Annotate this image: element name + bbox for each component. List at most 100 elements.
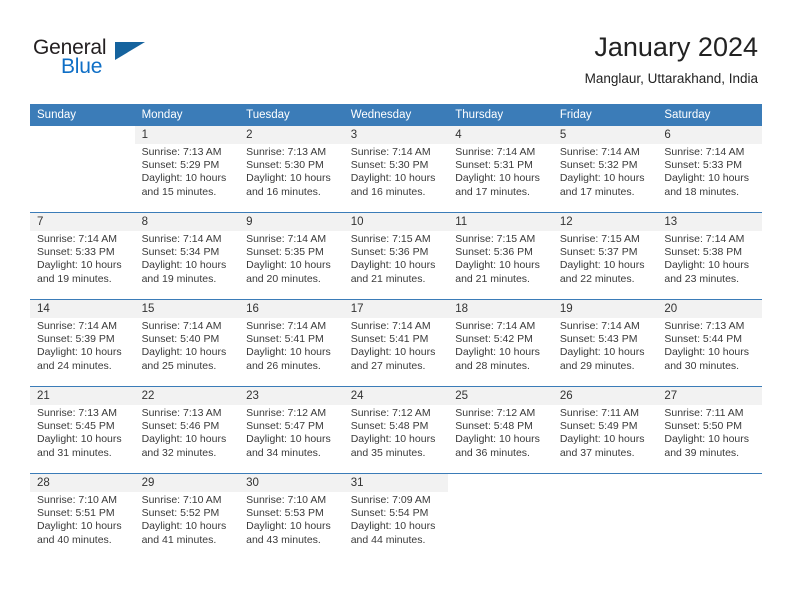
day-daylight2-text: and 15 minutes. — [141, 185, 217, 198]
day-sunrise-text: Sunrise: 7:13 AM — [141, 407, 222, 419]
day-number-cell[interactable]: 9 — [239, 212, 344, 231]
day-number-cell[interactable]: 28 — [30, 473, 135, 492]
day-sunrise-text: Sunrise: 7:10 AM — [141, 494, 222, 506]
day-number: 16 — [246, 303, 259, 315]
day-info-cell[interactable]: Sunrise: 7:14 AM Sunset: 5:32 PM Daylight:… — [552, 144, 658, 213]
day-number-cell[interactable]: 1 — [134, 126, 240, 144]
day-daylight1-text: Daylight: 10 hours — [246, 346, 331, 359]
day-sunrise-text: Sunrise: 7:14 AM — [455, 320, 536, 332]
day-number-cell[interactable]: 21 — [30, 386, 135, 405]
day-number-cell[interactable]: 14 — [30, 299, 135, 318]
day-number-cell[interactable]: 10 — [343, 212, 449, 231]
day-info-cell[interactable]: Sunrise: 7:11 AM Sunset: 5:49 PM Daylight:… — [552, 405, 658, 474]
day-number: 10 — [350, 216, 364, 228]
day-number-cell[interactable]: 27 — [657, 386, 762, 405]
day-number-cell[interactable]: 13 — [657, 212, 762, 231]
day-info-cell[interactable]: Sunrise: 7:15 AM Sunset: 5:36 PM Daylight:… — [343, 231, 449, 300]
day-number-cell[interactable]: 22 — [134, 386, 240, 405]
weekday-header-monday: Monday — [134, 104, 240, 126]
weekday-header-wednesday: Wednesday — [343, 104, 449, 126]
day-number-cell[interactable]: 23 — [239, 386, 344, 405]
day-number-cell[interactable]: 16 — [239, 299, 344, 318]
day-number-cell[interactable]: 12 — [552, 212, 658, 231]
day-number-cell[interactable]: 18 — [448, 299, 553, 318]
day-number: 8 — [141, 216, 148, 228]
day-sunrise-text: Sunrise: 7:14 AM — [455, 146, 536, 158]
day-info-cell[interactable]: Sunrise: 7:14 AM Sunset: 5:39 PM Daylight:… — [30, 318, 135, 387]
day-info-cell[interactable]: Sunrise: 7:11 AM Sunset: 5:50 PM Daylight:… — [657, 405, 762, 474]
day-info-cell[interactable]: Sunrise: 7:14 AM Sunset: 5:41 PM Daylight:… — [239, 318, 344, 387]
day-sunset-text: Sunset: 5:41 PM — [246, 333, 324, 346]
day-info-cell[interactable]: Sunrise: 7:13 AM Sunset: 5:30 PM Daylight:… — [239, 144, 344, 213]
week-date-row: 1 2 3 4 5 6 — [30, 126, 762, 144]
day-number-cell[interactable]: 7 — [30, 212, 135, 231]
day-number: 30 — [246, 477, 259, 489]
day-info-cell[interactable]: Sunrise: 7:10 AM Sunset: 5:53 PM Daylight:… — [239, 492, 344, 560]
day-number-cell[interactable]: 5 — [552, 126, 658, 144]
day-info-cell[interactable]: Sunrise: 7:14 AM Sunset: 5:30 PM Daylight:… — [343, 144, 449, 213]
day-number: 20 — [664, 303, 678, 315]
day-number-cell[interactable]: 4 — [448, 126, 553, 144]
day-info-cell[interactable]: Sunrise: 7:14 AM Sunset: 5:40 PM Daylight:… — [134, 318, 240, 387]
day-number-cell[interactable]: 26 — [552, 386, 658, 405]
day-number-cell[interactable]: 20 — [657, 299, 762, 318]
day-number-cell[interactable]: 15 — [134, 299, 240, 318]
day-info-cell[interactable]: Sunrise: 7:13 AM Sunset: 5:45 PM Daylight:… — [30, 405, 135, 474]
day-daylight2-text: and 30 minutes. — [664, 359, 740, 372]
day-sunrise-text: Sunrise: 7:13 AM — [141, 146, 222, 158]
day-info-empty — [30, 144, 135, 213]
day-sunset-text: Sunset: 5:54 PM — [350, 507, 429, 520]
day-number: 9 — [246, 216, 253, 228]
day-sunrise-text: Sunrise: 7:14 AM — [350, 320, 431, 332]
day-number-cell[interactable]: 8 — [134, 212, 240, 231]
day-info-cell[interactable]: Sunrise: 7:10 AM Sunset: 5:51 PM Daylight:… — [30, 492, 135, 560]
day-daylight1-text: Daylight: 10 hours — [350, 433, 436, 446]
day-daylight2-text: and 41 minutes. — [141, 533, 217, 546]
day-sunset-text: Sunset: 5:34 PM — [141, 246, 220, 259]
day-sunrise-text: Sunrise: 7:13 AM — [246, 146, 327, 158]
day-number-cell[interactable]: 25 — [448, 386, 553, 405]
day-daylight1-text: Daylight: 10 hours — [37, 346, 122, 359]
day-number-cell[interactable]: 2 — [239, 126, 344, 144]
day-daylight2-text: and 21 minutes. — [455, 272, 530, 285]
week-info-row: Sunrise: 7:10 AM Sunset: 5:51 PM Daylight:… — [30, 492, 762, 560]
day-number: 23 — [246, 390, 259, 402]
day-info-cell[interactable]: Sunrise: 7:12 AM Sunset: 5:47 PM Daylight:… — [239, 405, 344, 474]
day-number: 25 — [455, 390, 469, 402]
day-info-cell[interactable]: Sunrise: 7:09 AM Sunset: 5:54 PM Daylight:… — [343, 492, 449, 560]
day-info-cell[interactable]: Sunrise: 7:14 AM Sunset: 5:35 PM Daylight:… — [239, 231, 344, 300]
day-number-cell[interactable]: 17 — [343, 299, 449, 318]
day-info-cell[interactable]: Sunrise: 7:15 AM Sunset: 5:36 PM Daylight:… — [448, 231, 553, 300]
day-info-cell[interactable]: Sunrise: 7:14 AM Sunset: 5:41 PM Daylight:… — [343, 318, 449, 387]
day-daylight2-text: and 22 minutes. — [559, 272, 635, 285]
day-info-cell[interactable]: Sunrise: 7:14 AM Sunset: 5:33 PM Daylight:… — [30, 231, 135, 300]
day-info-cell[interactable]: Sunrise: 7:10 AM Sunset: 5:52 PM Daylight:… — [134, 492, 240, 560]
day-daylight2-text: and 20 minutes. — [246, 272, 321, 285]
day-info-cell[interactable]: Sunrise: 7:14 AM Sunset: 5:42 PM Daylight:… — [448, 318, 553, 387]
day-number-cell[interactable]: 11 — [448, 212, 553, 231]
day-daylight1-text: Daylight: 10 hours — [664, 433, 750, 446]
day-info-cell[interactable]: Sunrise: 7:13 AM Sunset: 5:44 PM Daylight:… — [657, 318, 762, 387]
day-info-cell[interactable]: Sunrise: 7:15 AM Sunset: 5:37 PM Daylight:… — [552, 231, 658, 300]
day-info-cell[interactable]: Sunrise: 7:14 AM Sunset: 5:34 PM Daylight:… — [134, 231, 240, 300]
day-info-cell[interactable]: Sunrise: 7:14 AM Sunset: 5:31 PM Daylight:… — [448, 144, 553, 213]
day-info-cell[interactable]: Sunrise: 7:13 AM Sunset: 5:29 PM Daylight:… — [134, 144, 240, 213]
day-number-cell[interactable]: 29 — [134, 473, 240, 492]
day-number-cell[interactable]: 19 — [552, 299, 658, 318]
day-number-cell[interactable]: 31 — [343, 473, 449, 492]
day-info-cell[interactable]: Sunrise: 7:12 AM Sunset: 5:48 PM Daylight:… — [343, 405, 449, 474]
day-number-cell[interactable]: 30 — [239, 473, 344, 492]
day-info-cell[interactable]: Sunrise: 7:13 AM Sunset: 5:46 PM Daylight:… — [134, 405, 240, 474]
day-sunrise-text: Sunrise: 7:14 AM — [664, 146, 745, 158]
day-daylight1-text: Daylight: 10 hours — [37, 433, 122, 446]
day-info-cell[interactable]: Sunrise: 7:14 AM Sunset: 5:38 PM Daylight:… — [657, 231, 762, 300]
calendar-body: 1 2 3 4 5 6 Sunrise: 7:13 AM Sunset: 5:29 PM Day… — [30, 126, 762, 560]
day-info-cell[interactable]: Sunrise: 7:14 AM Sunset: 5:33 PM Daylight:… — [657, 144, 762, 213]
day-number-cell[interactable]: 24 — [343, 386, 449, 405]
day-number-cell[interactable]: 3 — [343, 126, 449, 144]
day-number: 28 — [37, 477, 50, 489]
day-info-cell[interactable]: Sunrise: 7:14 AM Sunset: 5:43 PM Daylight:… — [552, 318, 658, 387]
day-number-empty — [448, 473, 553, 492]
day-info-cell[interactable]: Sunrise: 7:12 AM Sunset: 5:48 PM Daylight:… — [448, 405, 553, 474]
day-number-cell[interactable]: 6 — [657, 126, 762, 144]
